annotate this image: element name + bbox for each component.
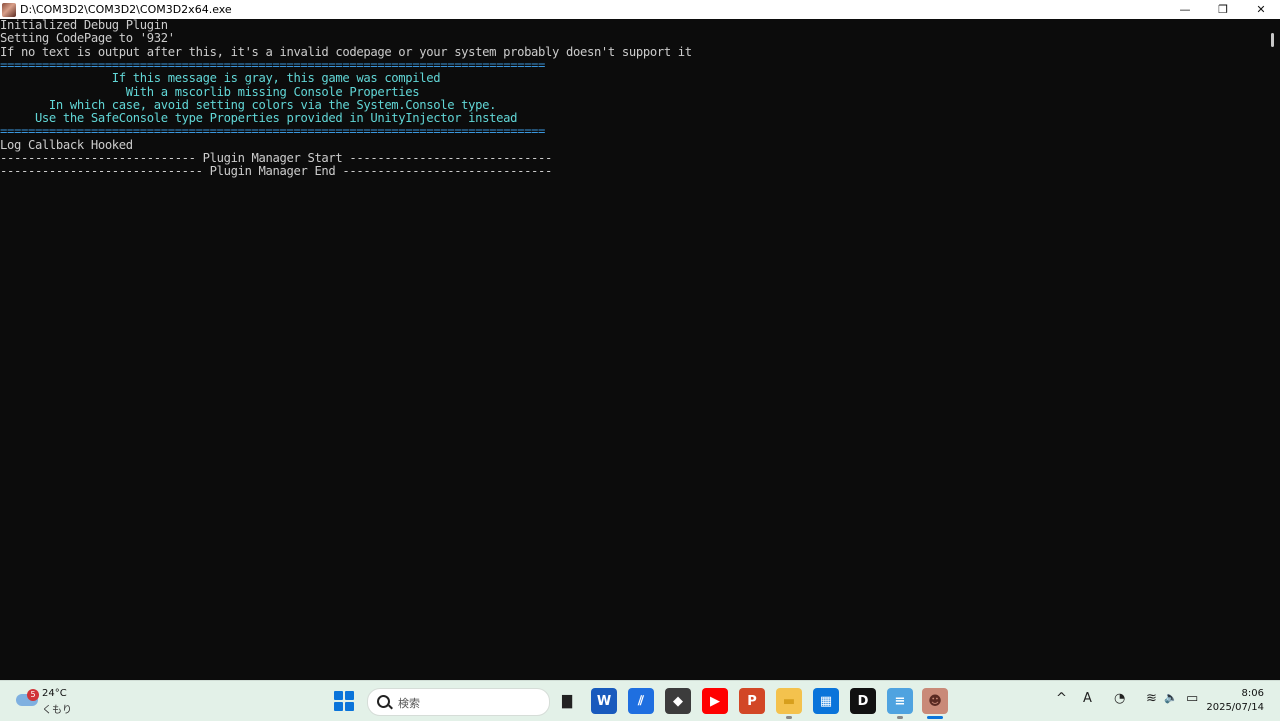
active-indicator bbox=[927, 716, 943, 719]
close-button[interactable]: ✕ bbox=[1242, 0, 1280, 19]
unity-icon[interactable]: ◆ bbox=[665, 688, 691, 714]
file-explorer-icon[interactable]: ▬ bbox=[776, 688, 802, 719]
unity-glyph: ◆ bbox=[673, 693, 683, 709]
youtube-icon[interactable]: ▶ bbox=[702, 688, 728, 714]
scrollbar-thumb[interactable] bbox=[1271, 33, 1274, 47]
windows-logo-tile bbox=[345, 702, 354, 711]
windows-logo-tile bbox=[345, 691, 354, 700]
search-icon bbox=[377, 695, 390, 708]
app-icon bbox=[2, 2, 16, 17]
title-bar[interactable]: D:\COM3D2\COM3D2\COM3D2x64.exe — ❐ ✕ bbox=[0, 0, 1280, 19]
window-controls: — ❐ ✕ bbox=[1166, 0, 1280, 19]
file-explorer-glyph: ▬ bbox=[782, 693, 796, 709]
dlsite-glyph: D bbox=[857, 693, 869, 709]
notepad-glyph: ≡ bbox=[894, 693, 906, 709]
console-line: Setting CodePage to '932' bbox=[0, 31, 175, 46]
weather-temperature: 24°C bbox=[42, 688, 67, 699]
console-line: With a mscorlib missing Console Properti… bbox=[0, 84, 420, 99]
notepad-icon[interactable]: ≡ bbox=[887, 688, 913, 719]
com3d2-glyph: ☻ bbox=[928, 693, 942, 709]
console-line: If this message is gray, this game was c… bbox=[0, 71, 441, 86]
weather-condition: くもり bbox=[42, 705, 72, 716]
editor-glyph: ⫽ bbox=[638, 693, 644, 709]
console-line: ---------------------------- Plugin Mana… bbox=[0, 151, 553, 165]
clock-time: 8:06 bbox=[1241, 688, 1264, 699]
running-indicator bbox=[786, 716, 792, 719]
dlsite-icon[interactable]: D bbox=[850, 688, 876, 714]
console-line: Log Callback Hooked bbox=[0, 137, 133, 152]
store-icon[interactable]: ▦ bbox=[813, 688, 839, 714]
battery-icon[interactable]: ▭ bbox=[1186, 691, 1198, 706]
weather-badge: 5 bbox=[27, 689, 39, 701]
console-line: ========================================… bbox=[0, 57, 546, 72]
task-view-glyph: ▇ bbox=[562, 693, 572, 709]
wifi-icon[interactable]: ≋ bbox=[1146, 691, 1157, 706]
window-title: D:\COM3D2\COM3D2\COM3D2x64.exe bbox=[20, 3, 232, 16]
clock[interactable]: 8:06 2025/07/14 bbox=[1206, 687, 1264, 715]
volume-icon[interactable]: 🔈 bbox=[1164, 691, 1178, 704]
console-line: ----------------------------- Plugin Man… bbox=[0, 164, 553, 179]
console-line: In which case, avoid setting colors via … bbox=[0, 97, 497, 112]
taskbar: 5 24°C くもり 検索 ▇ W ⫽ ◆ ▶ P ▬ ▦ D ≡ ☻ ^ A ◔ ≋ 🔈 ▭ 8:… bbox=[0, 680, 1280, 721]
console-line: ========================================… bbox=[0, 124, 546, 139]
com3d2-icon[interactable]: ☻ bbox=[922, 688, 948, 719]
clock-date: 2025/07/14 bbox=[1206, 702, 1264, 713]
taskbar-search[interactable]: 検索 bbox=[367, 688, 550, 716]
console-line: If no text is output after this, it's a … bbox=[0, 44, 692, 59]
powerpoint-glyph: P bbox=[747, 693, 757, 709]
console-output[interactable]: Initialized Debug Plugin Setting CodePage… bbox=[0, 19, 1266, 680]
task-view-icon[interactable]: ▇ bbox=[554, 688, 580, 714]
minimize-button[interactable]: — bbox=[1166, 0, 1204, 19]
show-hidden-icons-button[interactable]: ^ bbox=[1056, 691, 1067, 706]
console-line: Initialized Debug Plugin bbox=[0, 19, 168, 32]
store-glyph: ▦ bbox=[819, 693, 833, 709]
windows-logo-tile bbox=[334, 691, 343, 700]
ime-indicator[interactable]: A bbox=[1083, 691, 1092, 706]
weather-widget[interactable]: 5 24°C くもり bbox=[14, 687, 84, 716]
youtube-glyph: ▶ bbox=[710, 693, 720, 709]
windows-logo-tile bbox=[334, 702, 343, 711]
console-line: Use the SafeConsole type Properties prov… bbox=[0, 111, 518, 126]
start-button[interactable] bbox=[334, 691, 354, 711]
editor-icon[interactable]: ⫽ bbox=[628, 688, 654, 714]
restore-button[interactable]: ❐ bbox=[1204, 0, 1242, 19]
running-indicator bbox=[897, 716, 903, 719]
word-icon[interactable]: W bbox=[591, 688, 617, 714]
focus-icon[interactable]: ◔ bbox=[1114, 691, 1125, 706]
powerpoint-icon[interactable]: P bbox=[739, 688, 765, 714]
search-placeholder: 検索 bbox=[398, 697, 420, 710]
word-glyph: W bbox=[596, 693, 612, 709]
scrollbar[interactable] bbox=[1266, 19, 1280, 680]
